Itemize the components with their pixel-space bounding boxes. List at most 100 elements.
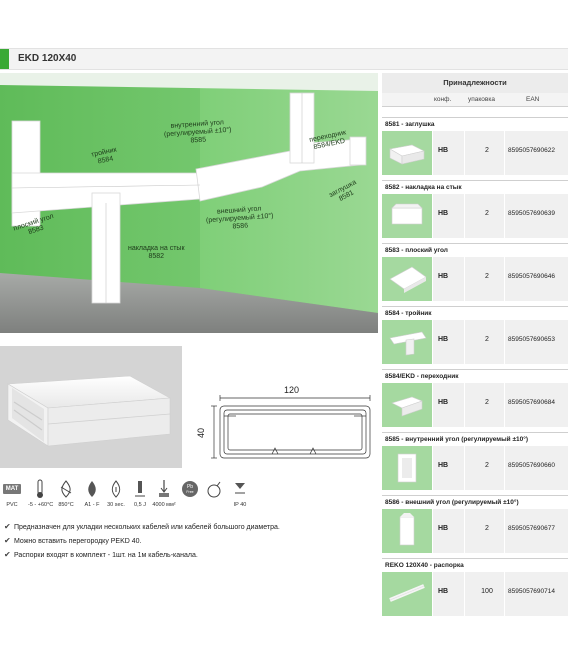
bomb-icon [207,481,221,498]
column-divider [504,509,505,553]
col-pack: упаковка [468,96,495,103]
feature-text: Распорки входят в комплект - 1шт. на 1м … [14,552,198,559]
thermometer-icon [37,479,43,498]
accessory-row: HB 2 8595057690660 [382,446,568,490]
accessory-conf: HB [438,336,449,343]
duct-illustration [0,346,182,468]
accessory-thumbnail [382,383,432,427]
column-divider [432,257,433,301]
spec-compression-text: 4000 мм² [152,502,176,508]
ip-icon [235,483,245,494]
column-divider [504,194,505,238]
accessory-ean: 8595057690684 [508,399,555,406]
accessory-title: 8582 - накладка на стык [382,180,568,193]
accessory-pack: 2 [485,273,489,280]
column-divider [504,131,505,175]
spec-flammability-text: A1 - F [84,502,100,508]
column-divider [432,131,433,175]
check-icon: ✔ [4,550,11,559]
feature-text: Можно вставить перегородку PEKD 40. [14,538,142,545]
col-conf: конф. [434,96,452,103]
accessory-conf: HB [438,399,449,406]
pb-free-icon: PbFree [182,481,198,497]
product-photo [0,346,182,468]
label-8585: внутренний угол (регулируемый ±10°) 8585 [163,119,232,145]
column-divider [464,257,465,301]
spec-pb-free: Pb Free [178,479,202,502]
accessory-ean: 8595057690653 [508,336,555,343]
column-divider [432,446,433,490]
feature-item: ✔ Можно вставить перегородку PEKD 40. [4,534,304,548]
accessories-title: Принадлежности [382,73,568,93]
column-divider [432,383,433,427]
mat-badge: MAT [2,484,22,494]
flame-icon [88,481,96,497]
column-divider [504,383,505,427]
column-divider [504,572,505,616]
accessory-title: 8583 - плоский угол [382,243,568,256]
accessory-pack: 2 [485,147,489,154]
col-ean: EAN [526,96,540,103]
accessory-title: 8585 - внутренний угол (регулируемый ±10… [382,432,568,445]
accessory-pack: 2 [485,336,489,343]
column-divider [464,320,465,364]
feature-text: Предназначен для укладки нескольких кабе… [14,524,280,531]
accessory-row: HB 2 8595057690639 [382,194,568,238]
accessory-conf: HB [438,588,449,595]
spec-glow-wire: 850°C [54,479,78,508]
spec-ip: IP 40 [228,479,252,508]
accessory-title: REKO 120X40 - распорка [382,558,568,571]
accessory-ean: 8595057690646 [508,273,555,280]
accessory-pack: 2 [485,210,489,217]
accessory-thumbnail [382,572,432,616]
features-list: ✔ Предназначен для укладки нескольких каб… [4,520,304,562]
accessory-conf: HB [438,462,449,469]
accessory-row: HB 2 8595057690653 [382,320,568,364]
column-divider [432,320,433,364]
accessory-row: HB 100 8595057690714 [382,572,568,616]
spec-material: MAT PVC [0,479,24,508]
accessory-conf: HB [438,273,449,280]
accessory-thumbnail [382,131,432,175]
spec-temperature-text: -5 - +60°C [28,502,54,508]
installation-illustration [0,73,378,333]
glow-wire-icon [60,480,72,498]
spec-halogen [202,479,226,502]
column-divider [432,509,433,553]
accessory-thumbnail [382,257,432,301]
column-divider [432,572,433,616]
check-icon: ✔ [4,522,11,531]
label-8582: накладка на стык 8582 [128,245,185,260]
spec-flammability: A1 - F [80,479,104,508]
column-divider [432,194,433,238]
spec-impact-text: 0,5 J [134,502,146,508]
spec-glow-wire-text: 850°C [58,502,74,508]
accessory-row: HB 2 8595057690646 [382,257,568,301]
accessory-title: 8584/EKD - переходник [382,369,568,382]
accessory-thumbnail [382,194,432,238]
spec-icons: MAT PVC -5 - +60°C 850°C A1 - F 30 sec. … [0,479,260,513]
spec-temperature: -5 - +60°C [28,479,54,508]
accessory-conf: HB [438,525,449,532]
accessory-conf: HB [438,147,449,154]
compression-icon [159,480,169,497]
accessory-pack: 2 [485,399,489,406]
feature-item: ✔ Предназначен для укладки нескольких каб… [4,520,304,534]
spec-flame-time-text: 30 sec. [107,502,125,508]
accessory-row: HB 2 8595057690622 [382,131,568,175]
header-accent [0,49,9,69]
column-divider [504,257,505,301]
check-icon: ✔ [4,536,11,545]
impact-icon [135,481,145,497]
accessory-row: HB 2 8595057690684 [382,383,568,427]
page-title: EKD 120X40 [18,53,77,64]
flame-timer-icon [111,480,121,498]
accessory-thumbnail [382,509,432,553]
accessory-ean: 8595057690639 [508,210,555,217]
svg-text:Free: Free [186,490,193,494]
column-divider [504,320,505,364]
accessory-conf: HB [438,210,449,217]
accessory-ean: 8595057690714 [508,588,555,595]
accessories-table: Принадлежности конф. упаковка EAN 8581 -… [382,73,568,616]
label-8586: внешний угол (регулируемый ±10°) 8586 [205,205,274,231]
